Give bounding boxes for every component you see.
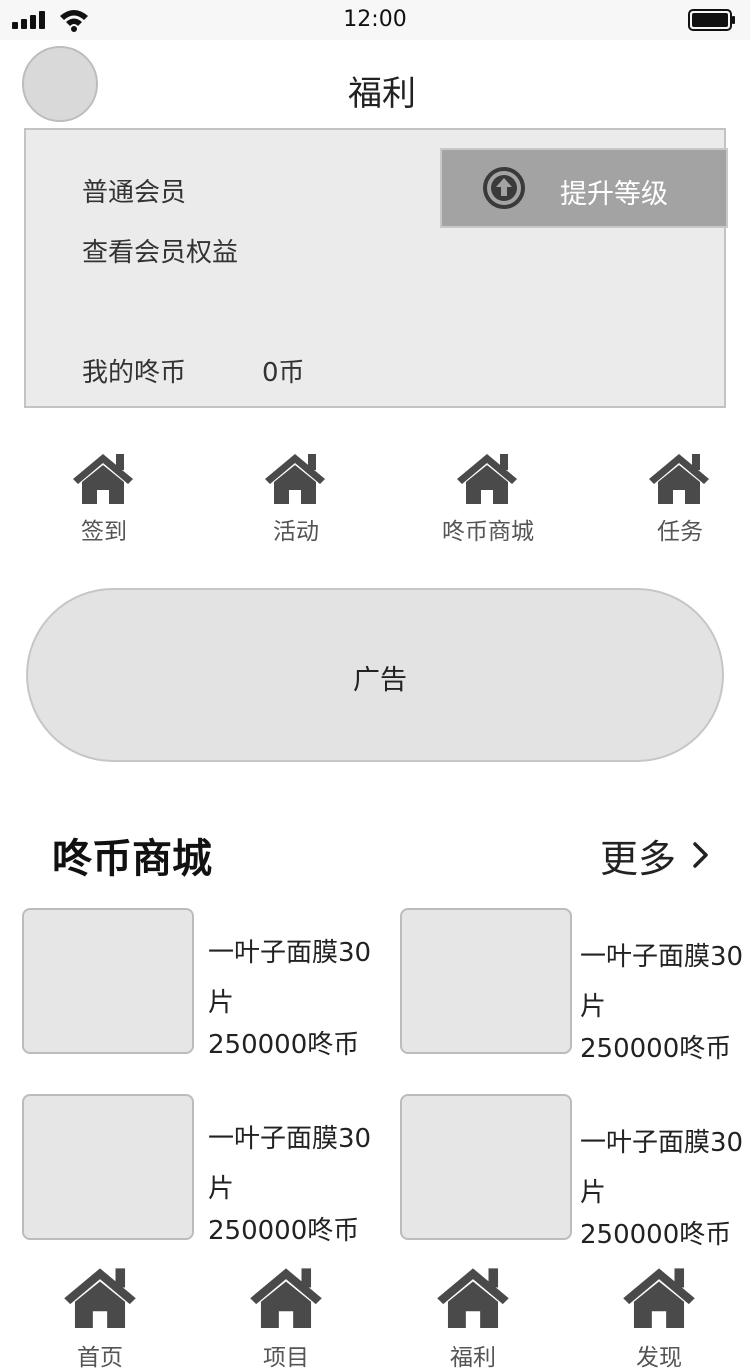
home-icon [437, 1268, 509, 1328]
ad-banner[interactable]: 广告 [26, 588, 724, 762]
upgrade-level-button[interactable]: 提升等级 [440, 148, 728, 228]
tab-label: 项目 [263, 1345, 309, 1371]
tab-label: 发现 [636, 1345, 682, 1371]
product-image [400, 908, 572, 1054]
tab-label: 首页 [77, 1345, 123, 1371]
quick-entry-label: 签到 [81, 519, 127, 545]
member-card: 普通会员 查看会员权益 我的咚币 0币 提升等级 [24, 128, 728, 408]
home-icon [623, 1268, 695, 1328]
product-price: 250000咚币 [580, 1220, 732, 1250]
status-bar: 12:00 [0, 0, 750, 40]
tab-projects[interactable]: 项目 [231, 1264, 341, 1372]
home-icon [250, 1268, 322, 1328]
quick-entry-label: 活动 [273, 519, 319, 545]
battery-icon [688, 9, 735, 31]
tab-discover[interactable]: 发现 [604, 1264, 714, 1372]
coin-mall-section-title: 咚币商城 [52, 836, 212, 882]
home-icon [64, 1268, 136, 1328]
product-name: 一叶子面膜30片 [208, 938, 372, 1018]
tab-home[interactable]: 首页 [45, 1264, 155, 1372]
product-image [22, 908, 194, 1054]
product-name: 一叶子面膜30片 [580, 1128, 744, 1208]
home-icon [73, 454, 133, 504]
product-card[interactable]: 一叶子面膜30片 250000咚币 [22, 908, 392, 1064]
quick-entry-label: 任务 [657, 519, 703, 545]
arrow-up-circle-icon [483, 167, 525, 209]
product-image [22, 1094, 194, 1240]
my-coins-value: 0币 [262, 358, 305, 388]
quick-entry-label: 咚币商城 [442, 519, 534, 545]
member-level: 普通会员 [82, 178, 187, 208]
tab-welfare[interactable]: 福利 [418, 1264, 528, 1372]
home-icon [265, 454, 325, 504]
chevron-right-icon [693, 842, 708, 868]
product-card[interactable]: 一叶子面膜30片 250000咚币 [22, 1094, 392, 1250]
page-title: 福利 [348, 74, 416, 114]
product-name: 一叶子面膜30片 [580, 942, 744, 1022]
my-coins-label: 我的咚币 [82, 358, 187, 388]
product-price: 250000咚币 [208, 1030, 360, 1060]
home-icon [457, 454, 517, 504]
quick-entry-coin-mall[interactable]: 咚币商城 [428, 450, 548, 546]
product-price: 250000咚币 [208, 1216, 360, 1246]
product-card[interactable]: 一叶子面膜30片 250000咚币 [400, 908, 750, 1064]
upgrade-level-label: 提升等级 [560, 179, 668, 210]
product-image [400, 1094, 572, 1240]
product-price: 250000咚币 [580, 1034, 732, 1064]
quick-entry-tasks[interactable]: 任务 [620, 450, 740, 546]
quick-entry-activity[interactable]: 活动 [236, 450, 356, 546]
tab-label: 福利 [450, 1345, 496, 1371]
status-time: 12:00 [343, 7, 407, 32]
view-benefits-link[interactable]: 查看会员权益 [82, 232, 238, 269]
product-name: 一叶子面膜30片 [208, 1124, 372, 1204]
more-label: 更多 [600, 837, 677, 881]
home-icon [649, 454, 709, 504]
quick-entry-checkin[interactable]: 签到 [44, 450, 164, 546]
product-card[interactable]: 一叶子面膜30片 250000咚币 [400, 1094, 750, 1250]
ad-label: 广告 [353, 665, 407, 696]
